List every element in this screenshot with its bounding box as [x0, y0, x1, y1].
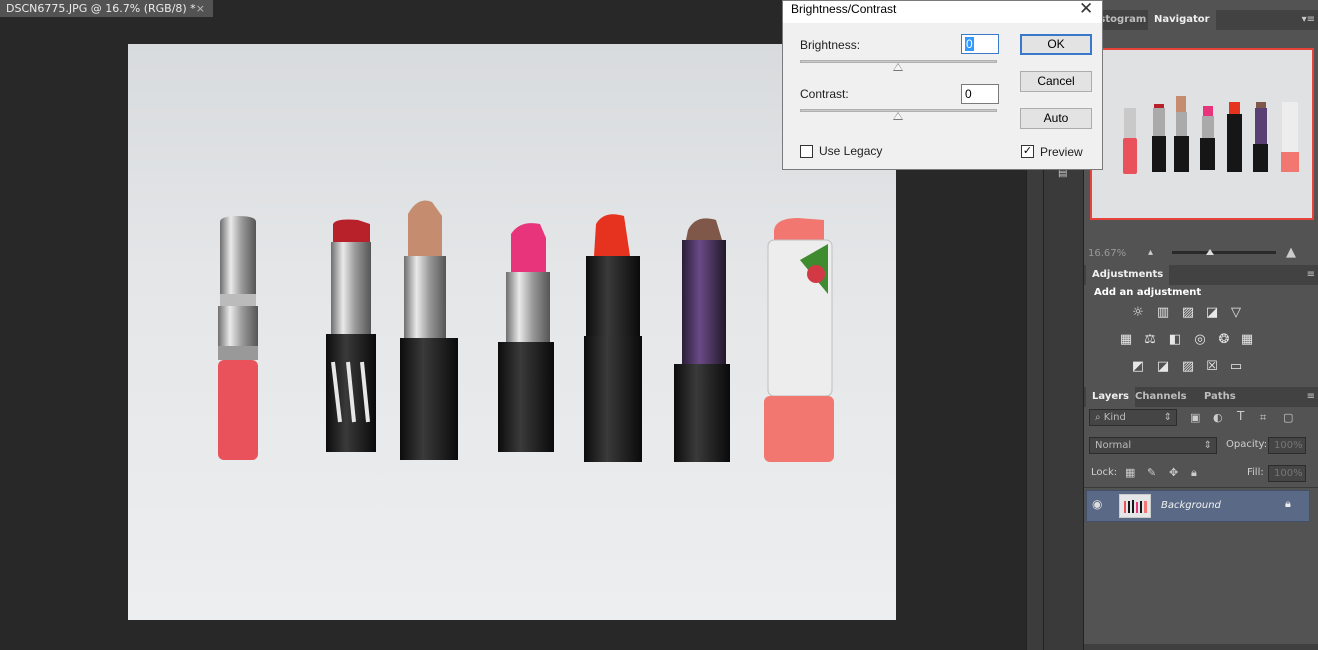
filter-smart-object-icon[interactable]: ▢ — [1283, 411, 1293, 424]
contrast-label: Contrast: — [800, 87, 849, 101]
curves-icon[interactable]: ▨ — [1180, 305, 1196, 321]
cancel-button[interactable]: Cancel — [1020, 71, 1092, 92]
use-legacy-label: Use Legacy — [819, 144, 883, 158]
navigator-preview-image — [1123, 96, 1299, 174]
layer-lock-icon: 🔒︎ — [1285, 497, 1291, 510]
channel-mixer-icon[interactable]: ❂ — [1216, 332, 1232, 348]
layer-kind-filter[interactable]: ⌕ Kind ⇕ — [1089, 409, 1177, 426]
navigator-zoom-slider-handle[interactable] — [1206, 249, 1214, 255]
brightness-contrast-dialog: Brightness/Contrast ✕ Brightness: 0 Cont… — [782, 0, 1103, 170]
filter-pixel-icon[interactable]: ▣ — [1190, 411, 1200, 424]
panel-menu-icon[interactable]: ▾≡ — [1302, 14, 1315, 25]
levels-icon[interactable]: ▥ — [1155, 305, 1171, 321]
blend-mode-value: Normal — [1095, 440, 1132, 451]
navigator-zoom-value[interactable]: 16.67% — [1088, 248, 1126, 259]
panels-column: istogram Navigator ▾≡ 16.67% ▴ ▲ Adjustm… — [1083, 0, 1318, 650]
tab-channels[interactable]: Channels — [1129, 387, 1193, 407]
brightness-label: Brightness: — [800, 38, 861, 52]
gradient-map-icon[interactable]: ▭ — [1228, 359, 1244, 375]
layer-thumbnail[interactable] — [1119, 494, 1151, 518]
photo-filter-icon[interactable]: ◎ — [1192, 332, 1208, 348]
navigator-zoom-slider[interactable] — [1172, 251, 1276, 254]
color-lookup-icon[interactable]: ▦ — [1239, 332, 1255, 348]
lock-label: Lock: — [1091, 467, 1118, 478]
tab-navigator[interactable]: Navigator — [1148, 10, 1216, 30]
use-legacy-checkbox[interactable] — [800, 145, 813, 158]
visibility-eye-icon[interactable]: ◉ — [1092, 497, 1106, 511]
auto-button[interactable]: Auto — [1020, 108, 1092, 129]
layer-kind-filter-value: Kind — [1103, 412, 1126, 423]
fill-label: Fill: — [1247, 467, 1264, 478]
lock-image-icon[interactable]: ✎ — [1147, 466, 1156, 479]
zoom-out-icon[interactable]: ▴ — [1148, 247, 1153, 258]
document-tab[interactable]: DSCN6775.JPG @ 16.7% (RGB/8) * × — [0, 0, 213, 17]
brightness-slider-handle[interactable] — [893, 63, 903, 71]
preview-checkbox[interactable]: ✓ — [1021, 145, 1034, 158]
dropdown-arrow-icon: ⇕ — [1203, 440, 1212, 451]
tab-paths[interactable]: Paths — [1198, 387, 1242, 407]
tab-layers[interactable]: Layers — [1086, 387, 1135, 407]
filter-adjustment-icon[interactable]: ◐ — [1213, 411, 1223, 424]
selective-color-icon[interactable]: ☒ — [1204, 359, 1220, 375]
navigator-panel-tabs: istogram Navigator ▾≡ — [1084, 10, 1318, 30]
lipstick-photo — [218, 200, 834, 462]
color-balance-icon[interactable]: ⚖ — [1142, 332, 1158, 348]
lock-all-icon[interactable]: 🔒︎ — [1191, 466, 1197, 480]
posterize-icon[interactable]: ◪ — [1155, 359, 1171, 375]
contrast-input[interactable]: 0 — [961, 84, 999, 104]
contrast-slider-handle[interactable] — [893, 112, 903, 120]
filter-type-icon[interactable]: T — [1237, 409, 1244, 423]
vibrance-icon[interactable]: ▽ — [1228, 305, 1244, 321]
close-tab-icon[interactable]: × — [196, 0, 205, 17]
brightness-contrast-icon[interactable]: ☼ — [1130, 305, 1146, 321]
panel-menu-icon[interactable]: ≡ — [1307, 269, 1315, 280]
adjustments-title: Add an adjustment — [1094, 287, 1202, 298]
black-white-icon[interactable]: ◧ — [1167, 332, 1183, 348]
invert-icon[interactable]: ◩ — [1130, 359, 1146, 375]
fill-field[interactable]: 100% — [1268, 465, 1306, 482]
lock-position-icon[interactable]: ✥ — [1169, 466, 1178, 479]
brightness-input[interactable]: 0 — [961, 34, 999, 54]
document-image[interactable] — [128, 44, 896, 620]
ok-button[interactable]: OK — [1020, 34, 1092, 55]
threshold-icon[interactable]: ▨ — [1180, 359, 1196, 375]
close-icon[interactable]: ✕ — [1079, 0, 1093, 19]
layer-name[interactable]: Background — [1161, 500, 1221, 511]
navigator-thumbnail[interactable] — [1090, 48, 1314, 220]
hue-saturation-icon[interactable]: ▦ — [1118, 332, 1134, 348]
layers-divider — [1084, 487, 1318, 488]
dropdown-arrow-icon: ⇕ — [1163, 412, 1172, 423]
filter-shape-icon[interactable]: ⌗ — [1260, 411, 1266, 425]
dialog-title: Brightness/Contrast — [791, 2, 897, 16]
panel-menu-icon[interactable]: ≡ — [1307, 391, 1315, 402]
opacity-label: Opacity: — [1226, 439, 1268, 450]
layer-thumbnail-image — [1124, 500, 1147, 513]
opacity-field[interactable]: 100% — [1268, 437, 1306, 454]
preview-label: Preview — [1040, 145, 1083, 159]
adjustments-panel-tabs: Adjustments ≡ — [1084, 265, 1318, 285]
blend-mode-select[interactable]: Normal ⇕ — [1089, 437, 1217, 454]
layers-panel-tabs: Layers Channels Paths ≡ — [1084, 387, 1318, 407]
tab-adjustments[interactable]: Adjustments — [1086, 265, 1170, 285]
zoom-in-icon[interactable]: ▲ — [1286, 245, 1296, 260]
brightness-value: 0 — [965, 37, 974, 51]
exposure-icon[interactable]: ◪ — [1204, 305, 1220, 321]
layers-footer — [1084, 644, 1318, 650]
lock-transparent-icon[interactable]: ▦ — [1125, 466, 1135, 479]
document-tab-title: DSCN6775.JPG @ 16.7% (RGB/8) * — [6, 2, 196, 15]
